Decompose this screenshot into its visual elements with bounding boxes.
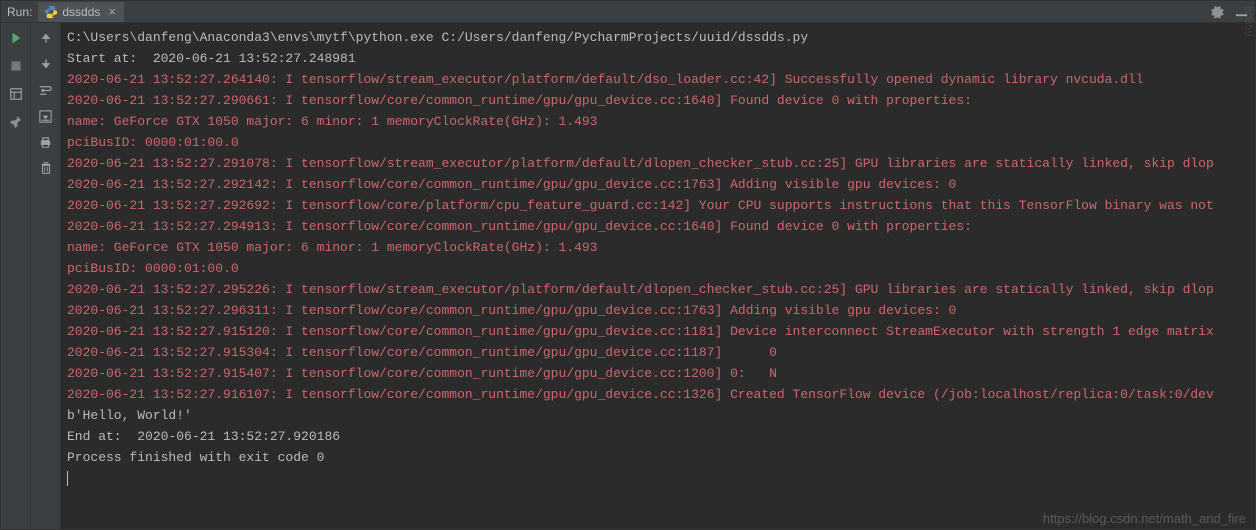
- layout-button[interactable]: [7, 85, 25, 103]
- stop-button[interactable]: [7, 57, 25, 75]
- python-file-icon: [44, 5, 58, 19]
- gear-icon[interactable]: [1209, 4, 1224, 19]
- trash-icon[interactable]: [37, 159, 55, 177]
- console-actions-gutter: [31, 23, 61, 529]
- titlebar-left: Run: dssdds ×: [7, 2, 1209, 22]
- console-line: 2020-06-21 13:52:27.292142: I tensorflow…: [67, 174, 1249, 195]
- console-line: name: GeForce GTX 1050 major: 6 minor: 1…: [67, 111, 1249, 132]
- console-line: 2020-06-21 13:52:27.915304: I tensorflow…: [67, 342, 1249, 363]
- print-icon[interactable]: [37, 133, 55, 151]
- console-line: pciBusID: 0000:01:00.0: [67, 132, 1249, 153]
- console-line: End at: 2020-06-21 13:52:27.920186: [67, 426, 1249, 447]
- run-titlebar: Run: dssdds ×: [1, 1, 1255, 23]
- console-line: Process finished with exit code 0: [67, 447, 1249, 468]
- close-icon[interactable]: ×: [108, 5, 116, 18]
- pin-button[interactable]: [7, 113, 25, 131]
- console-line: 2020-06-21 13:52:27.264140: I tensorflow…: [67, 69, 1249, 90]
- watermark-bottom: https://blog.csdn.net/math_and_fire: [1043, 511, 1246, 526]
- run-body: C:\Users\danfeng\Anaconda3\envs\mytf\pyt…: [1, 23, 1255, 529]
- console-line: 2020-06-21 13:52:27.290661: I tensorflow…: [67, 90, 1249, 111]
- soft-wrap-icon[interactable]: [37, 81, 55, 99]
- console-line: 2020-06-21 13:52:27.295226: I tensorflow…: [67, 279, 1249, 300]
- watermark-side: 80359: [1242, 6, 1254, 37]
- run-tab[interactable]: dssdds ×: [38, 2, 124, 22]
- console-line: 2020-06-21 13:52:27.916107: I tensorflow…: [67, 384, 1249, 405]
- console-line: name: GeForce GTX 1050 major: 6 minor: 1…: [67, 237, 1249, 258]
- console-output[interactable]: C:\Users\danfeng\Anaconda3\envs\mytf\pyt…: [61, 23, 1255, 529]
- scroll-down-icon[interactable]: [37, 55, 55, 73]
- run-tool-window: Run: dssdds ×: [0, 0, 1256, 530]
- console-line: C:\Users\danfeng\Anaconda3\envs\mytf\pyt…: [67, 27, 1249, 48]
- console-line: 2020-06-21 13:52:27.915120: I tensorflow…: [67, 321, 1249, 342]
- console-line: 2020-06-21 13:52:27.296311: I tensorflow…: [67, 300, 1249, 321]
- console-line: 2020-06-21 13:52:27.292692: I tensorflow…: [67, 195, 1249, 216]
- console-line: 2020-06-21 13:52:27.294913: I tensorflow…: [67, 216, 1249, 237]
- console-line: b'Hello, World!': [67, 405, 1249, 426]
- console-line: 2020-06-21 13:52:27.291078: I tensorflow…: [67, 153, 1249, 174]
- run-label: Run:: [7, 5, 32, 19]
- tab-name: dssdds: [62, 5, 100, 19]
- console-line: 2020-06-21 13:52:27.915407: I tensorflow…: [67, 363, 1249, 384]
- run-actions-gutter: [1, 23, 31, 529]
- rerun-button[interactable]: [7, 29, 25, 47]
- scroll-up-icon[interactable]: [37, 29, 55, 47]
- console-line: pciBusID: 0000:01:00.0: [67, 258, 1249, 279]
- console-line: Start at: 2020-06-21 13:52:27.248981: [67, 48, 1249, 69]
- console-cursor-line: [67, 468, 1249, 489]
- scroll-to-end-icon[interactable]: [37, 107, 55, 125]
